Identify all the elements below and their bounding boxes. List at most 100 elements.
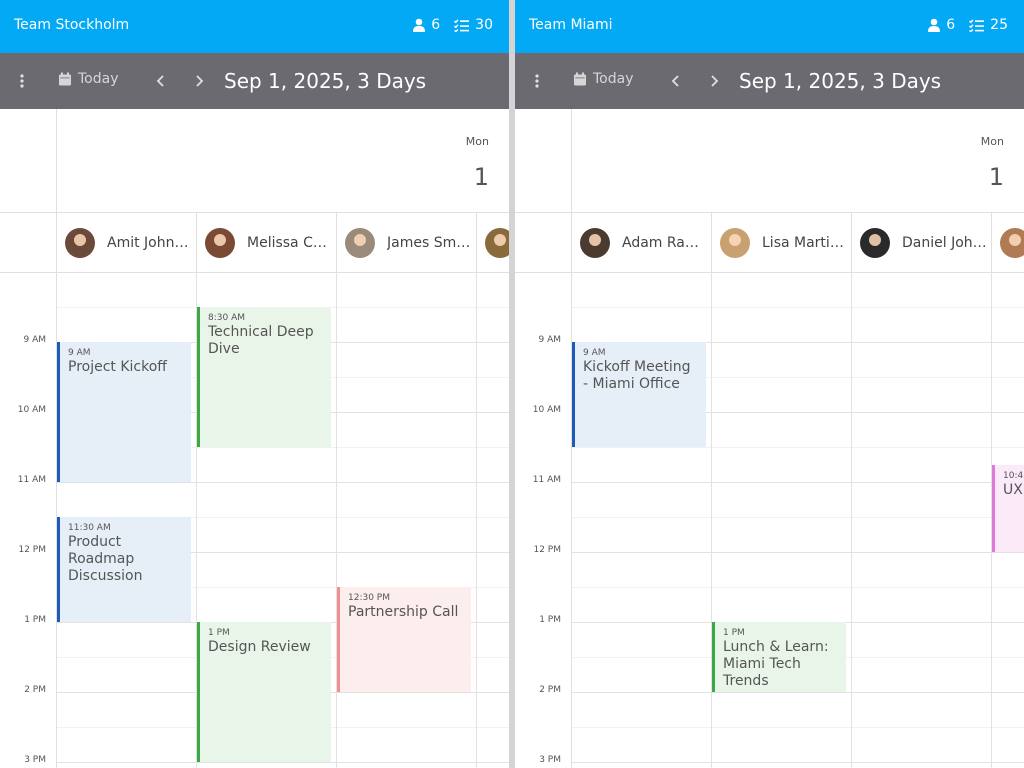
event-partnership-call[interactable]: 12:30 PM Partnership Call <box>337 587 471 692</box>
time-label: 10 AM <box>17 405 46 415</box>
grid-line <box>572 587 1024 588</box>
event-title: Product Roadmap Discussion <box>68 534 143 584</box>
grid-line <box>572 552 1024 553</box>
event-project-kickoff[interactable]: 9 AM Project Kickoff <box>57 342 191 482</box>
resource-adam[interactable]: Adam Ra… <box>572 213 712 272</box>
resource-partial[interactable] <box>477 213 509 272</box>
event-title: Partnership Call <box>348 604 459 620</box>
grid-line <box>572 692 1024 693</box>
event-title: Project Kickoff <box>68 359 167 375</box>
more-menu-button[interactable] <box>529 71 545 91</box>
more-menu-button[interactable] <box>14 71 30 91</box>
grid-line <box>572 517 1024 518</box>
resource-partial[interactable] <box>992 213 1024 272</box>
event-time: 12:30 PM <box>348 593 390 603</box>
grid-line <box>572 447 1024 448</box>
resource-daniel[interactable]: Daniel Joh… <box>852 213 992 272</box>
avatar <box>580 227 610 258</box>
tasks-stat: 30 <box>454 17 493 33</box>
time-label: 10 AM <box>532 405 561 415</box>
previous-button[interactable] <box>667 71 685 91</box>
resource-header-gutter <box>515 213 572 272</box>
avatar <box>205 227 235 258</box>
event-ux[interactable]: 10:45 UX Mic <box>992 465 1024 552</box>
current-date-range: Sep 1, 2025, 3 Days <box>739 69 942 93</box>
resource-header: Amit John… Melissa C… James Sm… <box>0 213 509 273</box>
calendar-icon <box>59 72 71 86</box>
event-title: UX Mic <box>1003 482 1024 498</box>
column-line <box>336 273 337 768</box>
event-product-roadmap[interactable]: 11:30 AM Product Roadmap Discussion <box>57 517 191 622</box>
chevron-right-icon <box>196 75 204 87</box>
time-label: 12 PM <box>533 545 561 555</box>
members-count: 6 <box>431 17 441 33</box>
members-stat: 6 <box>928 17 955 33</box>
day-number[interactable]: 1 <box>989 163 1004 191</box>
resource-lisa[interactable]: Lisa Martin… <box>712 213 852 272</box>
event-technical-deep-dive[interactable]: 8:30 AM Technical Deep Dive <box>197 307 331 447</box>
time-label: 1 PM <box>24 615 46 625</box>
avatar <box>720 227 750 258</box>
event-kickoff-meeting[interactable]: 9 AM Kickoff Meeting - Miami Office <box>572 342 706 447</box>
event-lunch-and-learn[interactable]: 1 PM Lunch & Learn: Miami Tech Trends <box>712 622 846 692</box>
grid-line <box>572 307 1024 308</box>
team-name: Team Miami <box>529 17 613 33</box>
tasks-count: 25 <box>990 17 1008 33</box>
members-count: 6 <box>946 17 956 33</box>
day-header: Mon 1 <box>0 109 509 213</box>
column-line <box>711 273 712 768</box>
more-vertical-icon <box>20 74 24 88</box>
avatar <box>860 227 890 258</box>
event-design-review[interactable]: 1 PM Design Review <box>197 622 331 762</box>
team-panel-stockholm: Team Stockholm 6 30 Today Sep 1, 2025, 3… <box>0 0 509 768</box>
event-time: 9 AM <box>583 348 606 358</box>
day-number[interactable]: 1 <box>474 163 489 191</box>
time-label: 2 PM <box>539 685 561 695</box>
event-title: Design Review <box>208 639 311 655</box>
resource-amit[interactable]: Amit John… <box>57 213 197 272</box>
chevron-left-icon <box>156 75 164 87</box>
avatar <box>65 227 95 258</box>
person-icon <box>413 18 426 32</box>
time-label: 1 PM <box>539 615 561 625</box>
time-label: 9 AM <box>538 335 561 345</box>
time-grid: 9 AM 10 AM 11 AM 12 PM 1 PM 2 PM 3 PM 9 … <box>0 273 509 768</box>
resource-name: Daniel Joh… <box>902 234 987 251</box>
team-panel-miami: Team Miami 6 25 Today Sep 1, 2025, 3 Day… <box>515 0 1024 768</box>
day-header: Mon 1 <box>515 109 1024 213</box>
event-time: 11:30 AM <box>68 523 111 533</box>
event-time: 10:45 <box>1003 471 1024 481</box>
time-label: 11 AM <box>532 475 561 485</box>
more-vertical-icon <box>535 74 539 88</box>
day-name: Mon <box>465 135 489 148</box>
event-time: 1 PM <box>723 628 745 638</box>
avatar <box>345 227 375 258</box>
avatar <box>1000 227 1024 258</box>
day-name: Mon <box>980 135 1004 148</box>
resource-james[interactable]: James Sm… <box>337 213 477 272</box>
chevron-right-icon <box>711 75 719 87</box>
chevron-left-icon <box>671 75 679 87</box>
column-line <box>476 273 477 768</box>
previous-button[interactable] <box>152 71 170 91</box>
calendar-toolbar: Today Sep 1, 2025, 3 Days <box>0 53 509 109</box>
time-label: 11 AM <box>17 475 46 485</box>
members-stat: 6 <box>413 17 440 33</box>
current-date-range: Sep 1, 2025, 3 Days <box>224 69 427 93</box>
event-title: Kickoff Meeting - Miami Office <box>583 359 691 392</box>
team-stats: 6 30 <box>399 17 493 33</box>
today-button[interactable]: Today <box>58 71 119 87</box>
today-button[interactable]: Today <box>573 71 634 87</box>
scheduler-app: Team Stockholm 6 30 Today Sep 1, 2025, 3… <box>0 0 1024 768</box>
next-button[interactable] <box>190 71 208 91</box>
resource-melissa[interactable]: Melissa C… <box>197 213 337 272</box>
resource-name: Melissa C… <box>247 234 327 251</box>
time-label: 9 AM <box>23 335 46 345</box>
event-time: 9 AM <box>68 348 91 358</box>
event-time: 8:30 AM <box>208 313 245 323</box>
time-label: 2 PM <box>24 685 46 695</box>
team-name: Team Stockholm <box>14 17 130 33</box>
next-button[interactable] <box>705 71 723 91</box>
team-header: Team Stockholm 6 30 <box>0 0 509 53</box>
resource-name: James Sm… <box>387 234 471 251</box>
